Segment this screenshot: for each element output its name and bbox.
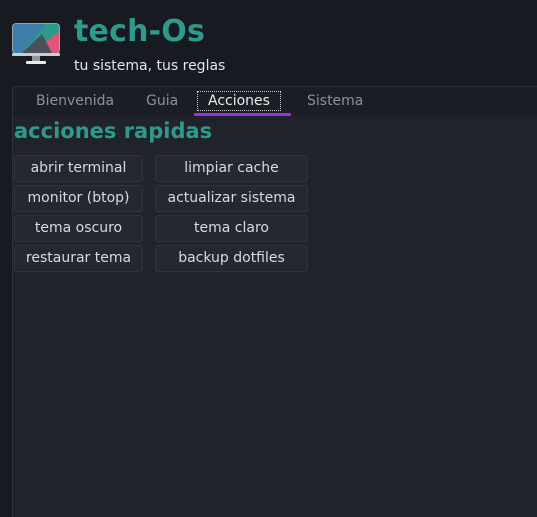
tab-sistema[interactable]: Sistema: [307, 93, 363, 115]
restaurar-tema-button[interactable]: restaurar tema: [14, 245, 143, 272]
active-tab-indicator: [194, 113, 291, 116]
tab-acciones[interactable]: Acciones: [197, 91, 281, 111]
tab-guia[interactable]: Guia: [146, 93, 178, 115]
limpiar-cache-button[interactable]: limpiar cache: [155, 155, 308, 182]
actualizar-sistema-button[interactable]: actualizar sistema: [155, 185, 308, 212]
tab-bar: Bienvenida Guia Acciones Sistema: [13, 86, 537, 116]
app-header: tech-Os tu sistema, tus reglas: [0, 0, 537, 86]
tema-claro-button[interactable]: tema claro: [155, 215, 308, 242]
app-title: tech-Os: [74, 14, 206, 49]
abrir-terminal-button[interactable]: abrir terminal: [14, 155, 143, 182]
monitor-icon: [12, 23, 60, 64]
backup-dotfiles-button[interactable]: backup dotfiles: [155, 245, 308, 272]
tema-oscuro-button[interactable]: tema oscuro: [14, 215, 143, 242]
tab-bienvenida[interactable]: Bienvenida: [36, 93, 114, 115]
monitor-btop-button[interactable]: monitor (btop): [14, 185, 143, 212]
main-panel: Bienvenida Guia Acciones Sistema accione…: [12, 86, 537, 517]
section-title: acciones rapidas: [14, 119, 213, 143]
app-subtitle: tu sistema, tus reglas: [74, 58, 226, 74]
